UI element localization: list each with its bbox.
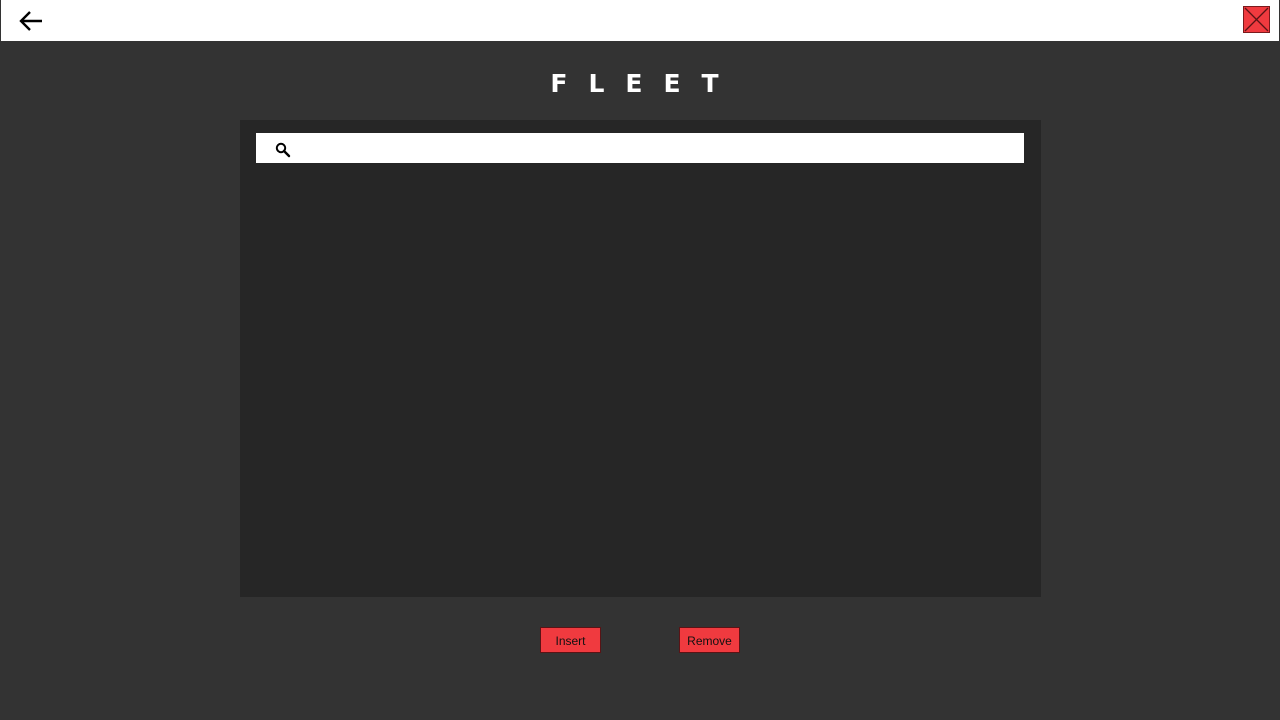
page-title: FLEET: [550, 69, 740, 98]
back-button[interactable]: [13, 6, 49, 36]
search-bar[interactable]: [256, 133, 1024, 163]
fleet-panel: [240, 120, 1041, 597]
close-button[interactable]: [1243, 6, 1270, 33]
close-icon: [1244, 7, 1269, 32]
fleet-list[interactable]: [256, 172, 1024, 582]
insert-button[interactable]: Insert: [540, 627, 601, 653]
remove-button[interactable]: Remove: [679, 627, 740, 653]
title-bar: [1, 0, 1279, 41]
search-icon: [275, 142, 291, 158]
arrow-left-icon: [19, 11, 42, 31]
search-input[interactable]: [299, 133, 1018, 163]
